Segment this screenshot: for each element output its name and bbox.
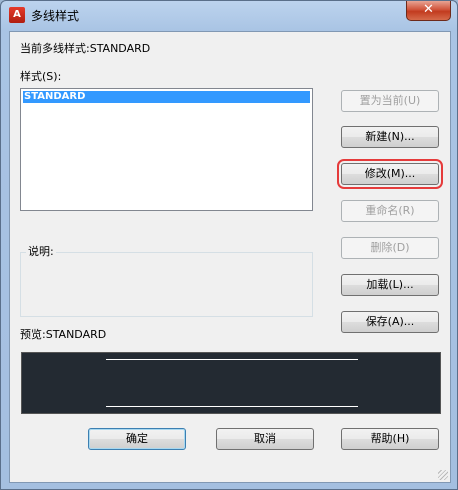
- ok-button[interactable]: 确定: [88, 428, 186, 450]
- close-icon: ✕: [423, 2, 434, 17]
- resize-grip-icon[interactable]: [438, 470, 448, 480]
- modify-button[interactable]: 修改(M)...: [337, 159, 443, 189]
- load-button[interactable]: 加载(L)...: [341, 274, 439, 296]
- current-style-label: 当前多线样式:STANDARD: [20, 42, 151, 55]
- multiline-style-dialog: A 多线样式 ✕ 当前多线样式:STANDARD 样式(S): STANDARD…: [0, 0, 458, 490]
- preview-panel: [21, 352, 441, 414]
- preview-top-line: [106, 359, 358, 360]
- title-bar[interactable]: A 多线样式 ✕: [1, 1, 457, 31]
- list-item-standard[interactable]: STANDARD: [23, 91, 310, 103]
- window-title: 多线样式: [31, 9, 80, 23]
- dialog-body: 当前多线样式:STANDARD 样式(S): STANDARD 置为当前(U) …: [9, 31, 451, 483]
- description-label: 说明:: [26, 243, 56, 259]
- styles-label: 样式(S):: [20, 70, 62, 83]
- preview-bottom-line: [106, 406, 358, 407]
- description-box: [20, 252, 313, 317]
- rename-button[interactable]: 重命名(R): [341, 200, 439, 222]
- preview-label: 预览:STANDARD: [20, 328, 107, 341]
- delete-button[interactable]: 删除(D): [341, 237, 439, 259]
- save-button[interactable]: 保存(A)...: [341, 311, 439, 333]
- styles-list[interactable]: STANDARD: [20, 88, 313, 211]
- set-current-button[interactable]: 置为当前(U): [341, 90, 439, 112]
- cancel-button[interactable]: 取消: [216, 428, 314, 450]
- help-button[interactable]: 帮助(H): [341, 428, 439, 450]
- autocad-app-icon: A: [9, 7, 25, 23]
- close-button[interactable]: ✕: [406, 1, 451, 21]
- new-button[interactable]: 新建(N)...: [341, 126, 439, 148]
